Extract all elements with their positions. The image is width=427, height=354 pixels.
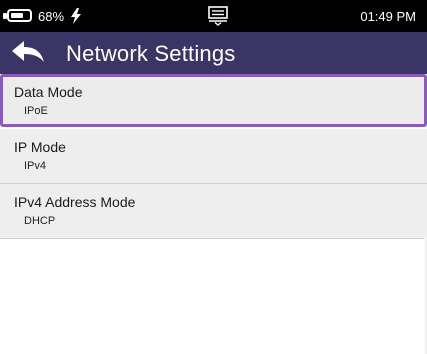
battery-fill [11,13,23,18]
clock: 01:49 PM [360,9,416,24]
setting-item-ipv4-address-mode[interactable]: IPv4 Address Mode DHCP [0,184,427,239]
lightning-bolt-icon [71,8,81,24]
setting-item-ip-mode[interactable]: IP Mode IPv4 [0,129,427,184]
setting-value: DHCP [24,215,56,227]
setting-label: IP Mode [14,139,66,155]
device-screen: 68% 01:49 PM Network Settings Data Mode … [0,0,427,354]
battery-icon [7,9,32,22]
keyboard-icon[interactable] [207,6,229,26]
setting-value: IPv4 [24,160,47,172]
setting-label: IPv4 Address Mode [14,194,136,210]
status-bar: 68% 01:49 PM [0,0,427,32]
battery-percent: 68% [38,9,65,24]
setting-item-data-mode[interactable]: Data Mode IPoE [0,74,427,127]
back-arrow-icon[interactable] [10,40,46,66]
title-bar: Network Settings [0,32,427,74]
page-title: Network Settings [66,41,236,66]
settings-list: Data Mode IPoE IP Mode IPv4 IPv4 Address… [0,74,427,239]
setting-label: Data Mode [14,84,83,100]
setting-value: IPoE [24,105,48,117]
